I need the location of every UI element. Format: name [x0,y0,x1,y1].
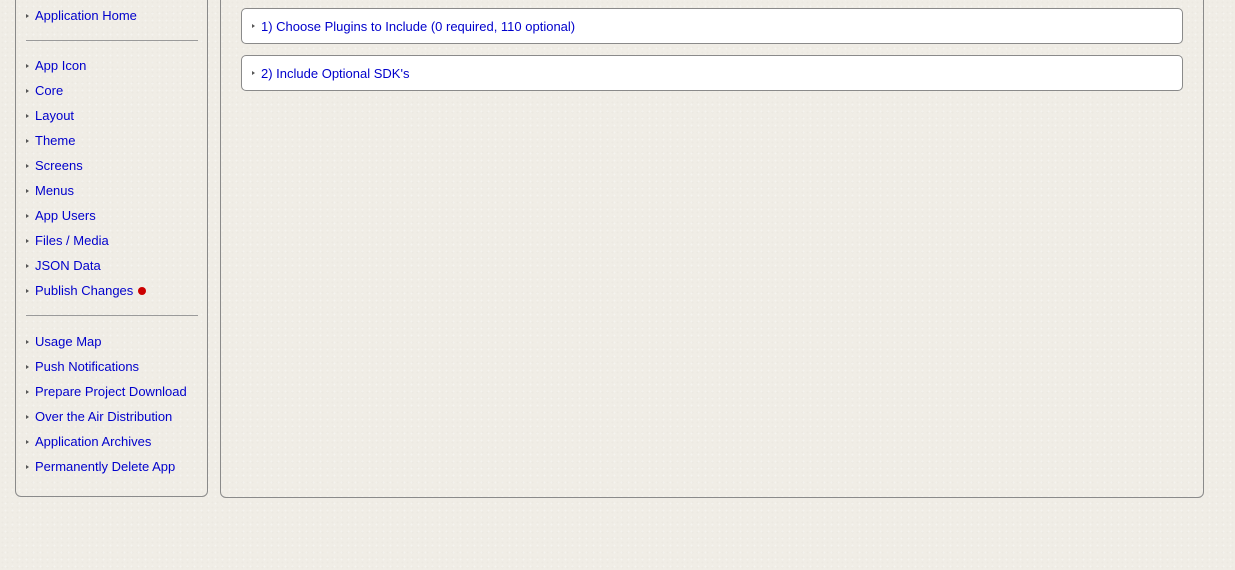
sidebar-item-label: JSON Data [35,257,101,273]
sidebar-item-push-notifications[interactable]: Push Notifications [26,357,139,375]
sidebar-item-screens[interactable]: Screens [26,156,83,174]
section-include-optional-sdks[interactable]: 2) Include Optional SDK's [241,55,1183,91]
sidebar-item-label: App Users [35,207,96,223]
sidebar-item-app-users[interactable]: App Users [26,206,96,224]
sidebar-item-prepare-project-download[interactable]: Prepare Project Download [26,382,187,400]
arrow-right-icon [26,263,29,268]
sidebar-item-publish-changes[interactable]: Publish Changes [26,281,147,299]
arrow-right-icon [26,389,29,394]
sidebar-item-label: Usage Map [35,333,102,349]
sidebar-item-label: Application Home [35,7,137,23]
section-choose-plugins[interactable]: 1) Choose Plugins to Include (0 required… [241,8,1183,44]
arrow-right-icon [26,13,29,18]
sidebar-item-label: Permanently Delete App [35,458,176,474]
sidebar-item-usage-map[interactable]: Usage Map [26,332,101,350]
sidebar-item-application-archives[interactable]: Application Archives [26,432,151,450]
sidebar-item-layout[interactable]: Layout [26,106,74,124]
sidebar-item-menus[interactable]: Menus [26,181,74,199]
sidebar-item-application-home[interactable]: Application Home [26,6,137,24]
sidebar-divider [26,315,198,316]
arrow-right-icon [26,213,29,218]
arrow-right-icon [26,439,29,444]
sidebar-item-label: Theme [35,132,76,148]
arrow-right-icon [252,71,255,75]
arrow-right-icon [252,24,255,28]
sidebar-divider [26,40,198,41]
sidebar-item-permanently-delete-app[interactable]: Permanently Delete App [26,457,175,475]
arrow-right-icon [26,188,29,193]
arrow-right-icon [26,113,29,118]
arrow-right-icon [26,288,29,293]
arrow-right-icon [26,138,29,143]
unpublished-indicator-icon [138,286,147,295]
sidebar-item-label: Menus [35,182,75,198]
arrow-right-icon [26,163,29,168]
sidebar-item-theme[interactable]: Theme [26,131,75,149]
sidebar-item-over-the-air-distribution[interactable]: Over the Air Distribution [26,407,172,425]
section-label: 2) Include Optional SDK's [261,65,410,81]
sidebar-item-label: Publish Changes [35,282,134,298]
sidebar-item-label: Layout [35,107,75,123]
arrow-right-icon [26,339,29,344]
sidebar-item-label: Over the Air Distribution [35,408,173,424]
sidebar-item-label: Files / Media [35,232,109,248]
sidebar-item-label: Prepare Project Download [35,383,187,399]
sidebar-item-app-icon[interactable]: App Icon [26,56,86,74]
sidebar-item-label: Core [35,82,64,98]
arrow-right-icon [26,464,29,469]
main-content-panel: 1) Choose Plugins to Include (0 required… [220,0,1204,498]
sidebar-item-core[interactable]: Core [26,81,63,99]
sidebar-item-label: Screens [35,157,83,173]
section-label: 1) Choose Plugins to Include (0 required… [261,18,576,34]
sidebar-nav: Application Home App Icon Core Layout Th… [15,0,208,497]
arrow-right-icon [26,414,29,419]
sidebar-item-label: Application Archives [35,433,152,449]
arrow-right-icon [26,88,29,93]
sidebar-item-label: Push Notifications [35,358,140,374]
arrow-right-icon [26,364,29,369]
sidebar-item-files-media[interactable]: Files / Media [26,231,109,249]
arrow-right-icon [26,63,29,68]
sidebar-item-label: App Icon [35,57,87,73]
sidebar-item-json-data[interactable]: JSON Data [26,256,101,274]
arrow-right-icon [26,238,29,243]
